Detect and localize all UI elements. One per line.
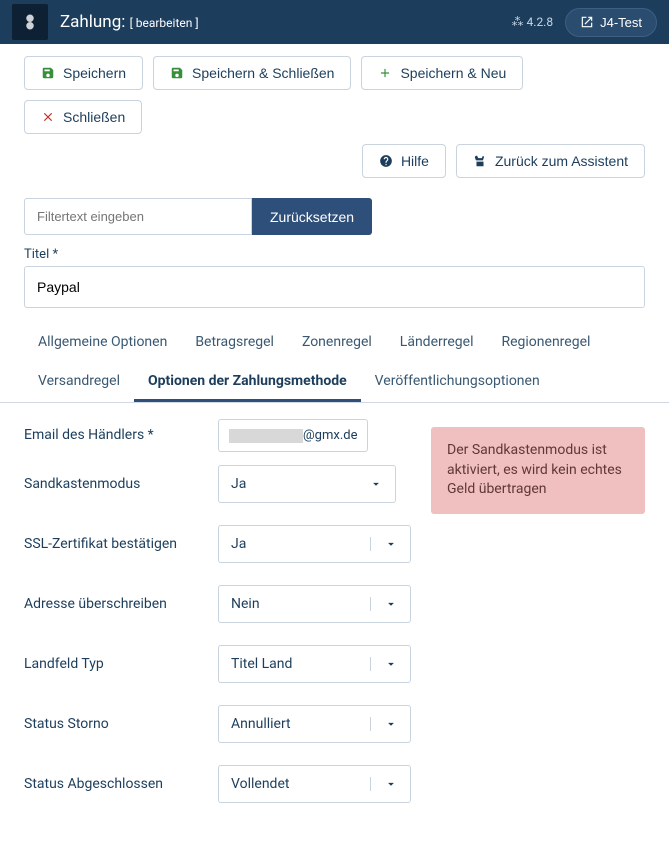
- version-label: ⁂ 4.2.8: [512, 15, 554, 29]
- save-close-button[interactable]: Speichern & Schließen: [153, 56, 351, 90]
- title-label: Titel *: [24, 247, 645, 262]
- joomla-icon[interactable]: [12, 4, 48, 40]
- external-link-icon: [580, 15, 594, 29]
- tab-general[interactable]: Allgemeine Optionen: [24, 324, 181, 363]
- close-button[interactable]: Schließen: [24, 100, 142, 134]
- close-icon: [41, 110, 55, 124]
- tab-publishing[interactable]: Veröffentlichungsoptionen: [361, 363, 554, 402]
- plus-icon: [378, 66, 392, 80]
- title-section: Titel *: [0, 247, 669, 324]
- tab-zone-rule[interactable]: Zonenregel: [288, 324, 386, 363]
- tab-country-rule[interactable]: Länderregel: [386, 324, 488, 363]
- tab-region-rule[interactable]: Regionenregel: [487, 324, 604, 363]
- topbar: Zahlung: [ bearbeiten ] ⁂ 4.2.8 J4-Test: [0, 0, 669, 44]
- sandbox-label: Sandkastenmodus: [24, 476, 218, 492]
- tab-shipping-rule[interactable]: Versandregel: [24, 363, 134, 402]
- filter-input[interactable]: [24, 198, 252, 235]
- address-label: Adresse überschreiben: [24, 596, 218, 612]
- chevron-down-icon: [370, 717, 410, 731]
- sandbox-select[interactable]: Ja: [218, 465, 396, 503]
- ssl-label: SSL-Zertifikat bestätigen: [24, 536, 218, 552]
- env-button[interactable]: J4-Test: [565, 8, 657, 37]
- form-area: Email des Händlers * @gmx.de Sandkastenm…: [0, 403, 669, 849]
- redacted-text: [229, 429, 303, 443]
- sandbox-alert: Der Sandkastenmodus ist aktiviert, es wi…: [431, 427, 645, 514]
- wizard-icon: [473, 154, 487, 168]
- completed-select[interactable]: Vollendet: [218, 765, 411, 803]
- tab-amount-rule[interactable]: Betragsregel: [181, 324, 288, 363]
- page-title: Zahlung: [ bearbeiten ]: [60, 12, 512, 32]
- save-icon: [170, 66, 184, 80]
- chevron-down-icon: [370, 537, 410, 551]
- tabs: Allgemeine Optionen Betragsregel Zonenre…: [0, 324, 669, 403]
- back-to-wizard-button[interactable]: Zurück zum Assistent: [456, 144, 645, 178]
- reset-button[interactable]: Zurücksetzen: [252, 198, 372, 235]
- chevron-down-icon: [355, 477, 395, 491]
- filter-row: Zurücksetzen: [0, 190, 669, 247]
- save-button[interactable]: Speichern: [24, 56, 143, 90]
- chevron-down-icon: [370, 597, 410, 611]
- save-icon: [41, 66, 55, 80]
- toolbar: Speichern Speichern & Schließen Speicher…: [0, 44, 669, 190]
- email-label: Email des Händlers *: [24, 427, 218, 443]
- storno-select[interactable]: Annulliert: [218, 705, 411, 743]
- chevron-down-icon: [370, 777, 410, 791]
- email-field[interactable]: @gmx.de: [218, 419, 368, 452]
- address-select[interactable]: Nein: [218, 585, 411, 623]
- tab-payment-options[interactable]: Optionen der Zahlungsmethode: [134, 363, 361, 402]
- ssl-select[interactable]: Ja: [218, 525, 411, 563]
- help-icon: [379, 154, 393, 168]
- landfield-label: Landfeld Typ: [24, 656, 218, 672]
- chevron-down-icon: [370, 657, 410, 671]
- completed-label: Status Abgeschlossen: [24, 776, 218, 792]
- save-new-button[interactable]: Speichern & Neu: [361, 56, 523, 90]
- storno-label: Status Storno: [24, 716, 218, 732]
- title-input[interactable]: [24, 266, 645, 308]
- landfield-select[interactable]: Titel Land: [218, 645, 411, 683]
- help-button[interactable]: Hilfe: [362, 144, 446, 178]
